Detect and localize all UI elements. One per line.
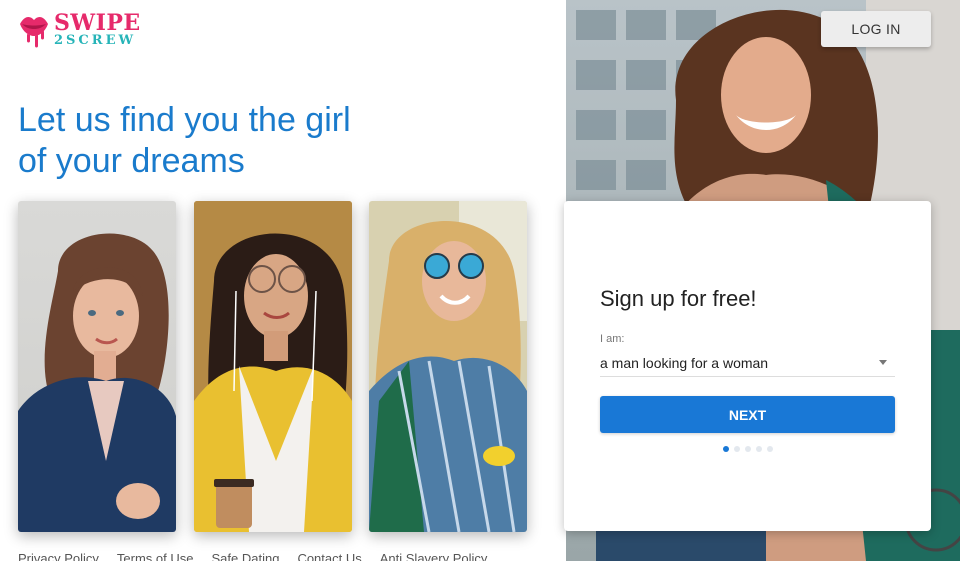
signup-title: Sign up for free! bbox=[600, 286, 757, 311]
step-dot bbox=[755, 446, 762, 452]
hero-headline-line2: of your dreams bbox=[18, 142, 245, 180]
profile-photo-2 bbox=[194, 201, 352, 532]
signup-card: Sign up for free! I am: a man looking fo… bbox=[564, 201, 931, 531]
footer-link-contact[interactable]: Contact Us bbox=[297, 551, 361, 561]
step-indicator bbox=[564, 446, 931, 452]
hero-headline-line1: Let us find you the girl bbox=[18, 101, 351, 139]
profile-photo-3 bbox=[369, 201, 527, 532]
left-panel: SWIPE 2SCREW Let us find you the girl of… bbox=[0, 0, 566, 561]
caret-down-icon bbox=[879, 360, 887, 365]
step-dot bbox=[722, 446, 729, 452]
footer-link-privacy[interactable]: Privacy Policy bbox=[18, 551, 99, 561]
footer-link-anti-slavery[interactable]: Anti Slavery Policy bbox=[380, 551, 488, 561]
footer-links: Privacy Policy Terms of Use Safe Dating … bbox=[18, 551, 487, 561]
hero-headline: Let us find you the girl of your dreams bbox=[18, 100, 418, 182]
footer-link-terms[interactable]: Terms of Use bbox=[117, 551, 194, 561]
step-dot bbox=[766, 446, 773, 452]
brand-logo[interactable]: SWIPE 2SCREW bbox=[18, 10, 141, 48]
brand-line1: SWIPE bbox=[54, 9, 141, 36]
login-button[interactable]: LOG IN bbox=[821, 11, 931, 47]
step-dot bbox=[744, 446, 751, 452]
gender-preference-value: a man looking for a woman bbox=[600, 354, 769, 371]
next-button[interactable]: NEXT bbox=[600, 396, 895, 433]
lips-logo-icon bbox=[18, 10, 50, 48]
brand-line2: 2SCREW bbox=[54, 32, 137, 48]
gender-field-label: I am: bbox=[600, 333, 625, 345]
footer-link-safe-dating[interactable]: Safe Dating bbox=[212, 551, 280, 561]
gender-preference-select[interactable]: a man looking for a woman bbox=[600, 349, 895, 377]
profile-photo-1 bbox=[18, 201, 176, 532]
step-dot bbox=[733, 446, 740, 452]
brand-wordmark: SWIPE 2SCREW bbox=[54, 12, 141, 47]
